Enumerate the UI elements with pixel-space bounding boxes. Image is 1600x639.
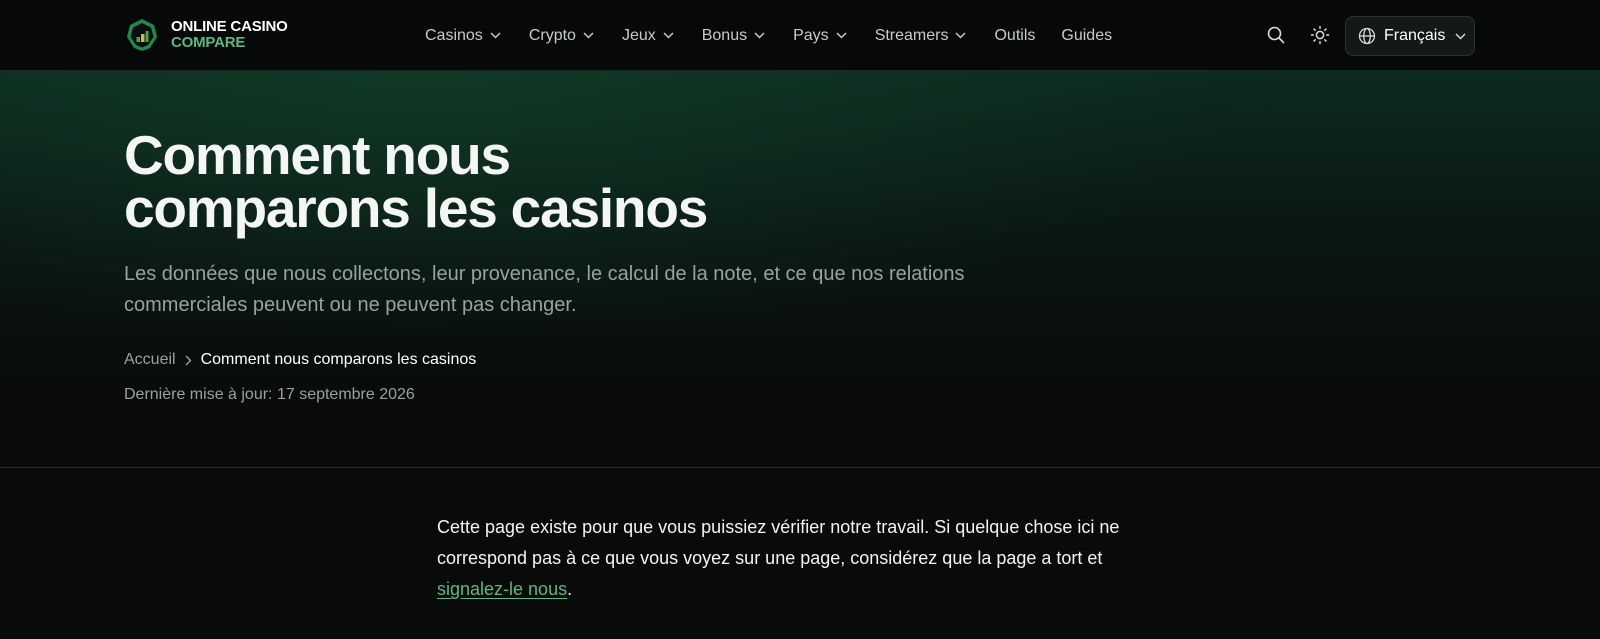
logo-wordmark: ONLINE CASINO COMPARE [171,19,288,51]
site-header: ONLINE CASINO COMPARE Casinos Crypto Jeu… [0,0,1600,71]
nav-streamers[interactable]: Streamers [875,27,967,45]
breadcrumb: Accueil Comment nous comparons les casin… [124,351,476,369]
page-title-line-2: comparons les casinos [124,177,708,239]
last-updated: Dernière mise à jour: 17 septembre 2026 [124,386,415,403]
globe-icon [1358,27,1376,45]
nav-pays[interactable]: Pays [793,27,847,45]
page-title-line-1: Comment nous [124,124,511,186]
nav-label: Guides [1061,26,1113,44]
chevron-down-icon [955,32,967,39]
nav-label: Streamers [874,26,949,44]
nav-casinos[interactable]: Casinos [425,27,501,45]
breadcrumb-home-link[interactable]: Accueil [124,351,176,369]
main-nav: Casinos Crypto Jeux Bonus Pays Streamers… [425,0,1138,71]
nav-label: Pays [793,26,829,44]
hero-section: Comment nous comparons les casinos Les d… [0,71,1600,468]
language-label: Français [1384,27,1446,44]
intro-paragraph: Cette page existe pour que vous puissiez… [437,512,1157,605]
nav-label: Crypto [528,26,576,44]
nav-bonus[interactable]: Bonus [702,27,765,45]
nav-label: Bonus [701,26,748,44]
chevron-down-icon [754,32,765,39]
nav-guides[interactable]: Guides [1061,27,1112,45]
intro-end: . [567,579,573,599]
sun-icon[interactable] [1310,25,1330,45]
site-logo[interactable]: ONLINE CASINO COMPARE [124,17,288,53]
language-selector[interactable]: Français [1345,16,1475,56]
logo-line-1: ONLINE CASINO [171,18,288,35]
intro-text: Cette page existe pour que vous puissiez… [437,517,1120,568]
chevron-down-icon [583,32,594,39]
chevron-down-icon [663,32,674,39]
nav-label: Jeux [621,26,656,44]
page-title: Comment nous comparons les casinos [124,124,884,239]
chevron-down-icon [490,32,501,39]
search-icon[interactable] [1266,25,1286,45]
chevron-down-icon [836,32,847,39]
nav-crypto[interactable]: Crypto [529,27,594,45]
logo-icon [127,19,157,51]
nav-label: Casinos [425,26,483,44]
nav-outils[interactable]: Outils [994,27,1035,45]
logo-line-2: COMPARE [171,34,246,51]
chevron-down-icon [1455,32,1466,40]
breadcrumb-current: Comment nous comparons les casinos [200,351,477,368]
nav-jeux[interactable]: Jeux [622,27,674,45]
page-subtitle: Les données que nous collectons, leur pr… [124,263,965,316]
report-link[interactable]: signalez-le nous [437,579,567,599]
nav-label: Outils [994,26,1036,44]
chevron-right-icon [185,355,192,366]
